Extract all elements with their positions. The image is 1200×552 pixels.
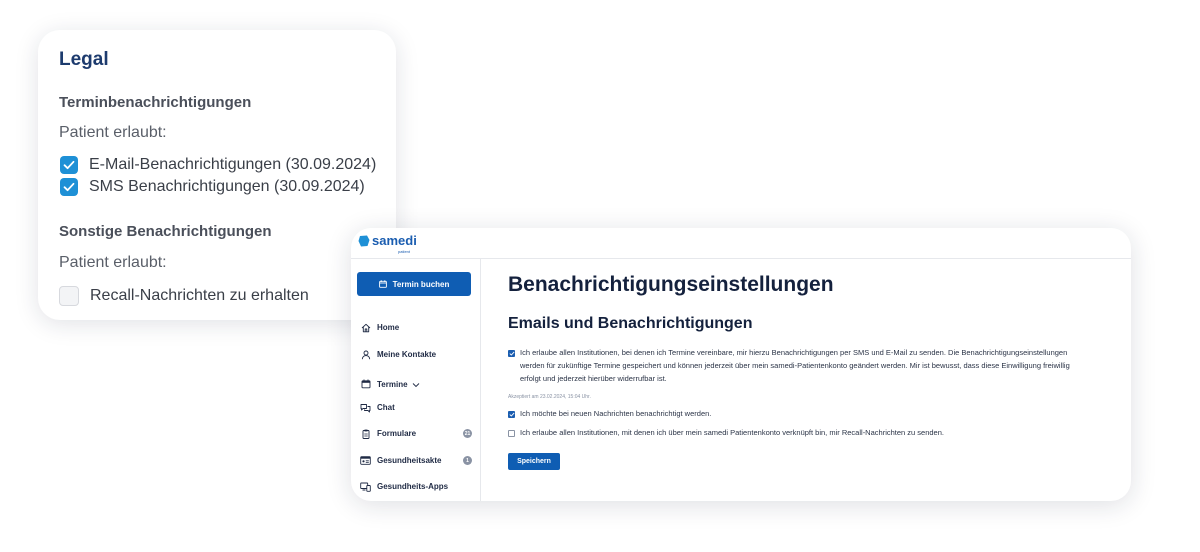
samedi-logo-icon (358, 235, 370, 247)
forms-count-badge: 21 (463, 429, 472, 438)
section-title: Emails und Benachrichtigungen (508, 315, 753, 332)
save-button[interactable]: Speichern (508, 453, 560, 470)
samedi-app-window: samedi patient Termin buchen Home Meine … (351, 228, 1131, 501)
email-notification-checkbox[interactable] (60, 156, 78, 174)
book-appointment-label: Termin buchen (392, 279, 450, 289)
sidebar-item-appointments[interactable]: Termine (360, 375, 472, 393)
sidebar-item-label: Chat (377, 403, 395, 412)
recall-row[interactable]: Recall-Nachrichten zu erhalten (59, 286, 309, 306)
sidebar-item-label: Termine (377, 379, 408, 389)
sms-notification-checkbox[interactable] (60, 178, 78, 196)
patient-allowed-label-2: Patient erlaubt: (59, 254, 167, 271)
consent-sms-email[interactable]: Ich erlaube allen Institutionen, bei den… (508, 348, 1080, 385)
sidebar-item-health-record[interactable]: Gesundheitsakte 1 (360, 455, 472, 466)
sidebar-item-contacts[interactable]: Meine Kontakte (360, 349, 472, 360)
chat-icon (360, 402, 371, 413)
book-appointment-button[interactable]: Termin buchen (357, 272, 471, 296)
other-notifications-heading: Sonstige Benachrichtigungen (59, 223, 272, 240)
chevron-down-icon[interactable] (412, 375, 420, 393)
legal-title: Legal (59, 49, 109, 70)
consent-recall[interactable]: Ich erlaube allen Institutionen, mit den… (508, 428, 1080, 439)
patient-allowed-label: Patient erlaubt: (59, 124, 167, 141)
devices-icon (360, 481, 371, 492)
email-notification-row[interactable]: E-Mail-Benachrichtigungen (30.09.2024) (60, 156, 376, 174)
recall-checkbox[interactable] (59, 286, 79, 306)
consent-new-messages-checkbox[interactable] (508, 411, 515, 418)
id-card-icon (360, 455, 371, 466)
sidebar-item-chat[interactable]: Chat (360, 402, 472, 413)
sidebar-item-label: Meine Kontakte (377, 350, 437, 359)
consent-sms-email-checkbox[interactable] (508, 350, 515, 357)
sidebar-item-home[interactable]: Home (360, 322, 472, 333)
accepted-note: Akzeptiert am 23.02.2024, 15:04 Uhr. (508, 394, 591, 400)
consent-new-messages[interactable]: Ich möchte bei neuen Nachrichten benachr… (508, 409, 1080, 420)
recall-label: Recall-Nachrichten zu erhalten (90, 287, 309, 304)
logo-subtitle: patient (398, 249, 411, 254)
legal-card: Legal Terminbenachrichtigungen Patient e… (38, 30, 396, 320)
calendar-plus-icon (378, 280, 387, 288)
logo-wordmark: samedi (372, 233, 417, 248)
person-icon (360, 349, 371, 360)
sidebar-item-label: Gesundheits-Apps (377, 482, 449, 491)
top-bar: samedi patient (351, 228, 1131, 259)
consent-recall-text: Ich erlaube allen Institutionen, mit den… (520, 428, 944, 437)
consent-sms-email-text: Ich erlaube allen Institutionen, bei den… (520, 348, 1070, 383)
consent-recall-checkbox[interactable] (508, 430, 515, 437)
health-record-count-badge: 1 (463, 456, 472, 465)
page-title: Benachrichtigungseinstellungen (508, 273, 834, 296)
appointment-notifications-heading: Terminbenachrichtigungen (59, 94, 252, 111)
sidebar-item-label: Home (377, 323, 400, 332)
sidebar-item-forms[interactable]: Formulare 21 (360, 428, 472, 439)
consent-new-messages-text: Ich möchte bei neuen Nachrichten benachr… (520, 409, 712, 418)
home-icon (360, 322, 371, 333)
samedi-logo[interactable]: samedi patient (358, 233, 417, 254)
sidebar-item-health-apps[interactable]: Gesundheits-Apps (360, 481, 472, 492)
sidebar-item-label: Formulare (377, 429, 417, 438)
sidebar: Termin buchen Home Meine Kontakte Termin… (351, 259, 481, 501)
sms-notification-label: SMS Benachrichtigungen (30.09.2024) (89, 178, 365, 195)
sidebar-item-label: Gesundheitsakte (377, 456, 442, 465)
email-notification-label: E-Mail-Benachrichtigungen (30.09.2024) (89, 156, 377, 173)
calendar-icon (360, 379, 371, 390)
clipboard-icon (360, 428, 371, 439)
sms-notification-row[interactable]: SMS Benachrichtigungen (30.09.2024) (60, 178, 365, 196)
